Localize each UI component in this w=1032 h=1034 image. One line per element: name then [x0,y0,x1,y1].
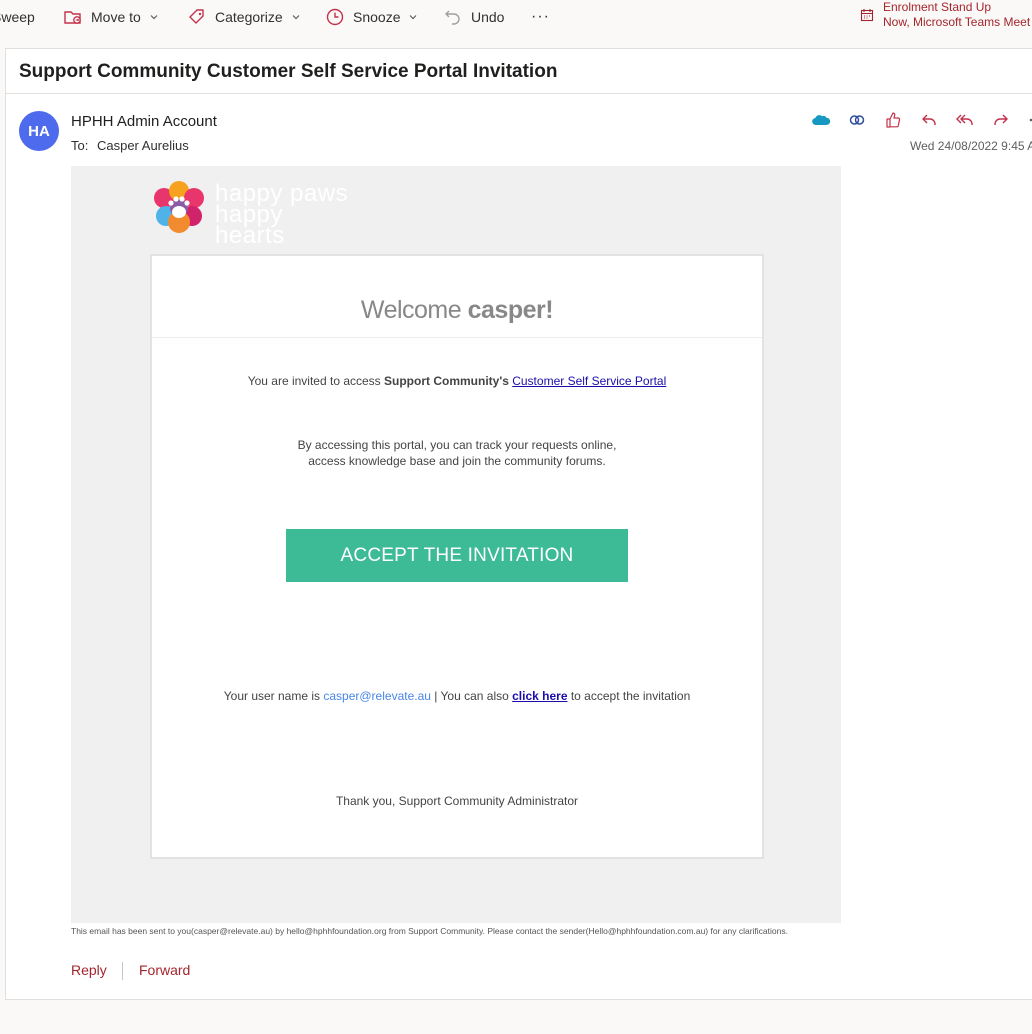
move-to-label: Move to [91,9,141,25]
divider [152,337,762,338]
sweep-label: Sweep [0,9,35,25]
logo-text: happy paws happy hearts [215,182,359,249]
forward-button[interactable]: Forward [139,962,190,978]
portal-link[interactable]: Customer Self Service Portal [512,374,666,388]
desc-line-2: access knowledge base and join the commu… [308,454,606,468]
logo-line-2: happy hearts [215,201,285,249]
reply-all-icon[interactable] [953,108,977,132]
chevron-down-icon [149,12,159,22]
email-body: happy paws happy hearts Welcome casper! … [71,166,841,923]
clock-icon [325,7,345,27]
undo-button[interactable]: Undo [443,0,504,34]
link-icon[interactable] [845,108,869,132]
undo-icon [443,7,463,27]
thanks-text: Thank you, Support Community Administrat… [335,794,579,808]
avatar[interactable]: HA [19,111,59,151]
portal-description: By accessing this portal, you can track … [152,437,762,469]
snooze-label: Snooze [353,9,401,25]
sweep-button[interactable]: Sweep [0,0,35,34]
snooze-button[interactable]: Snooze [325,0,418,34]
chevron-down-icon [408,12,418,22]
reminder-subtitle: Now, Microsoft Teams Meet [883,15,1031,29]
forward-icon[interactable] [989,108,1013,132]
reply-icon[interactable] [917,108,941,132]
welcome-name: casper! [467,296,554,324]
username-email[interactable]: casper@relevate.au [323,689,431,703]
username-suffix: to accept the invitation [567,689,691,703]
recipient-name[interactable]: Casper Aurelius [97,138,189,153]
invite-text: You are invited to access Support Commun… [152,374,762,388]
folder-move-icon [63,7,83,27]
command-bar: Sweep Move to Categorize Snooze Undo ··· [0,0,1032,40]
footer-note: This email has been sent to you(casper@r… [71,926,788,936]
reminder-title: Enrolment Stand Up [883,0,992,14]
welcome-prefix: Welcome [360,296,468,324]
invite-org: Support Community's [384,374,509,388]
meeting-reminder[interactable]: Enrolment Stand Up Now, Microsoft Teams … [858,0,1032,34]
like-icon[interactable] [881,108,905,132]
more-icon[interactable] [1025,108,1032,132]
more-actions-button[interactable]: ··· [531,0,550,34]
invitation-card: Welcome casper! You are invited to acces… [150,254,764,859]
reply-button[interactable]: Reply [71,962,107,978]
username-prefix: Your user name is [223,689,324,703]
salesforce-icon[interactable] [809,108,833,132]
undo-label: Undo [471,9,505,25]
email-subject: Support Community Customer Self Service … [19,61,558,82]
to-label: To: [71,138,89,153]
happy-paws-logo: happy paws happy hearts [149,178,359,248]
welcome-heading: Welcome casper! [152,296,762,325]
message-card: HA HPHH Admin Account To: Casper Aureliu… [5,93,1032,1000]
divider [122,962,123,980]
move-to-button[interactable]: Move to [63,0,159,34]
chevron-down-icon [291,12,301,22]
categorize-button[interactable]: Categorize [187,0,301,34]
invite-prefix: You are invited to access [247,374,385,388]
more-icon: ··· [531,8,550,25]
accept-invitation-button[interactable]: ACCEPT THE INVITATION [286,529,628,582]
categorize-label: Categorize [215,9,283,25]
calendar-icon [860,8,874,27]
click-here-link[interactable]: click here [512,689,567,703]
username-mid: | You can also [430,689,513,703]
sent-date: Wed 24/08/2022 9:45 A [910,139,1032,153]
recipient-line: To: Casper Aurelius [71,138,189,153]
desc-line-1: By accessing this portal, you can track … [297,438,617,452]
tag-icon [187,7,207,27]
subject-header: Support Community Customer Self Service … [5,48,1032,94]
username-line: Your user name is casper@relevate.au | Y… [152,689,762,703]
sender-name[interactable]: HPHH Admin Account [71,113,217,130]
